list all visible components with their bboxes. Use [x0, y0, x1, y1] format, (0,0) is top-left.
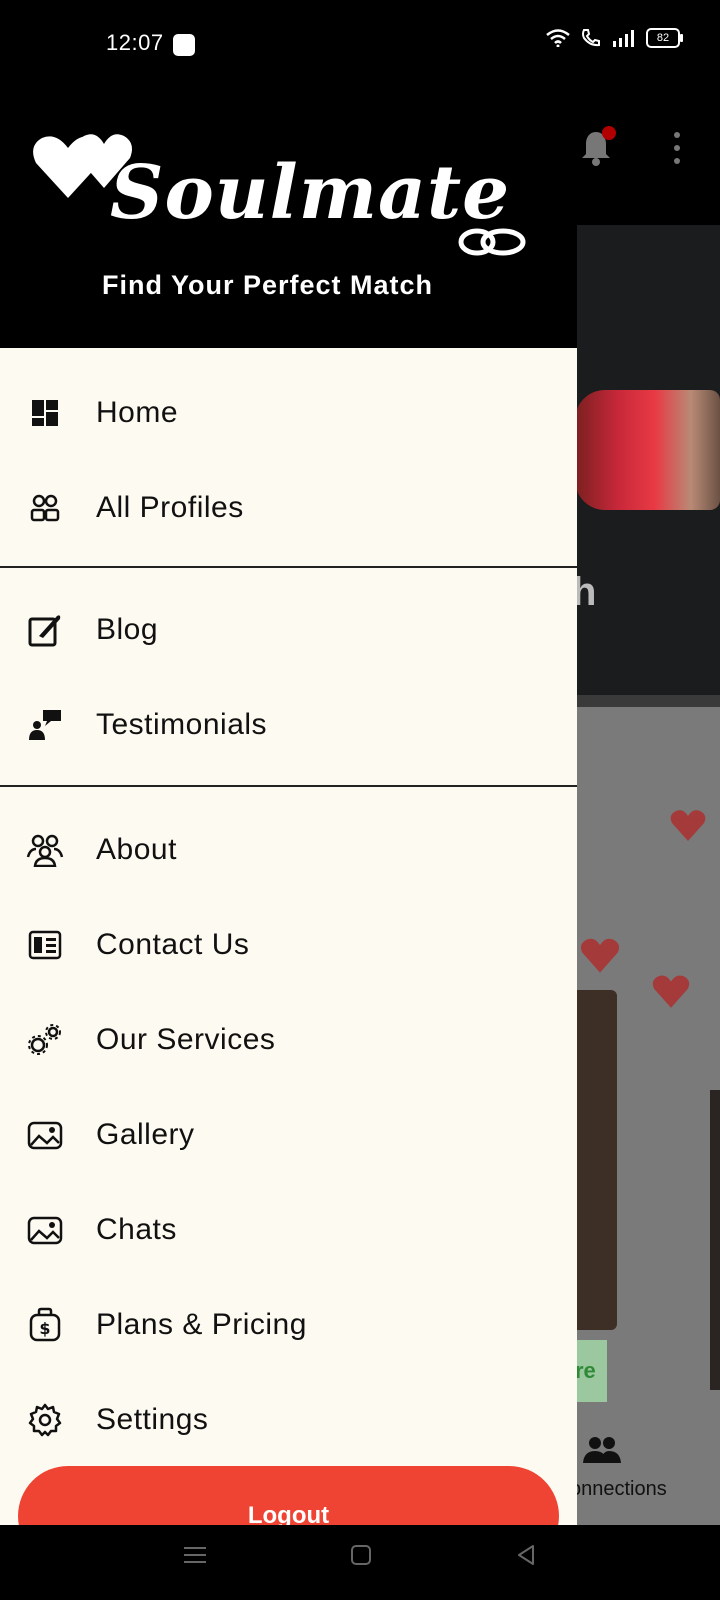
bg-card-button: re	[575, 1340, 607, 1402]
people-icon	[26, 489, 64, 527]
menu-divider	[0, 785, 577, 787]
heart-icon	[580, 938, 620, 973]
menu-item-label: Chats	[96, 1212, 177, 1246]
menu-item-all-profiles[interactable]: All Profiles	[0, 460, 577, 555]
system-nav-bar	[0, 1525, 720, 1600]
menu-item-plans-pricing[interactable]: $ Plans & Pricing	[0, 1277, 577, 1372]
chat-person-icon	[26, 706, 64, 744]
bg-profile-card	[575, 990, 617, 1330]
svg-text:$: $	[39, 1319, 50, 1338]
menu-item-home[interactable]: Home	[0, 365, 577, 460]
wifi-icon	[546, 29, 570, 47]
menu-item-our-services[interactable]: Our Services	[0, 992, 577, 1087]
menu-item-label: Blog	[96, 612, 159, 646]
more-vert-icon[interactable]	[674, 132, 680, 171]
menu-divider	[0, 566, 577, 568]
gears-icon	[26, 1021, 64, 1059]
recents-icon[interactable]	[183, 1543, 207, 1572]
money-bag-icon: $	[26, 1306, 64, 1344]
menu-item-gallery[interactable]: Gallery	[0, 1087, 577, 1182]
bg-nav-label: onnections	[570, 1478, 667, 1500]
call-icon	[580, 28, 602, 48]
navigation-drawer: Soulmate Find Your Perfect Match Home Al…	[0, 90, 577, 1525]
menu-item-chats[interactable]: Chats	[0, 1182, 577, 1277]
menu-item-label: About	[96, 832, 177, 866]
menu-item-about[interactable]: About	[0, 802, 577, 897]
menu-item-label: Our Services	[96, 1022, 276, 1056]
heart-icon	[652, 975, 690, 1008]
menu-item-contact-us[interactable]: Contact Us	[0, 897, 577, 992]
battery-icon: 82	[646, 28, 683, 48]
image-icon	[26, 1211, 64, 1249]
rings-icon	[458, 228, 526, 256]
menu-item-label: Home	[96, 395, 179, 429]
notification-app-icon	[173, 34, 195, 56]
drawer-header: Soulmate Find Your Perfect Match	[0, 90, 577, 348]
group-icon	[26, 831, 64, 869]
edit-note-icon	[26, 611, 64, 649]
home-icon[interactable]	[350, 1543, 372, 1572]
menu-item-label: Settings	[96, 1402, 209, 1436]
status-icons: 82	[546, 28, 683, 48]
dashboard-icon	[26, 394, 64, 432]
menu-item-label: All Profiles	[96, 490, 244, 524]
signal-icon	[612, 29, 636, 47]
logout-button[interactable]: Logout	[18, 1466, 559, 1525]
brand-logo: Soulmate	[110, 150, 511, 236]
bell-icon[interactable]	[580, 126, 616, 171]
menu-item-settings[interactable]: Settings	[0, 1372, 577, 1467]
image-icon	[26, 1116, 64, 1154]
menu-item-label: Testimonials	[96, 707, 268, 741]
heart-icon	[670, 810, 706, 841]
menu-item-label: Contact Us	[96, 927, 250, 961]
menu-item-label: Plans & Pricing	[96, 1307, 307, 1341]
status-bar: 12:07 82	[0, 0, 720, 90]
tagline: Find Your Perfect Match	[102, 270, 434, 300]
back-icon[interactable]	[515, 1543, 537, 1572]
menu-item-blog[interactable]: Blog	[0, 582, 577, 677]
menu-item-label: Gallery	[96, 1117, 195, 1151]
bg-bangles-image	[575, 390, 720, 510]
gear-icon	[26, 1401, 64, 1439]
status-time: 12:07	[106, 30, 164, 55]
connections-icon	[582, 1435, 622, 1470]
bg-profile-card	[710, 1090, 720, 1390]
menu-item-testimonials[interactable]: Testimonials	[0, 677, 577, 772]
contact-card-icon	[26, 926, 64, 964]
